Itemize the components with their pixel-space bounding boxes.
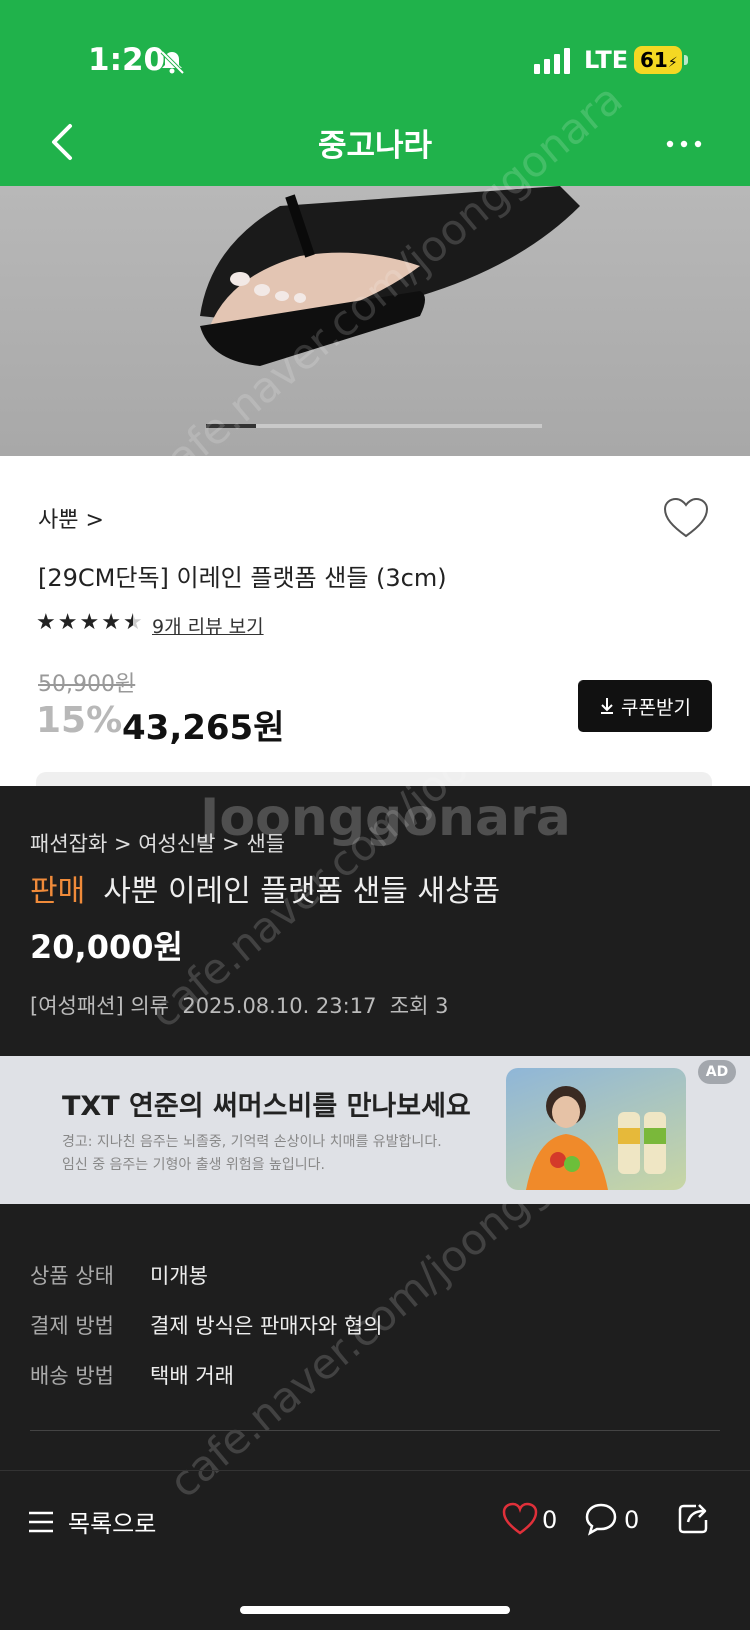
network-label: LTE: [584, 46, 629, 74]
brand-link[interactable]: 사뿐 >: [38, 502, 104, 534]
comment-count: 0: [624, 1506, 640, 1534]
carousel-progress-fill: [206, 424, 257, 428]
product-name: [29CM단독] 이레인 플랫폼 샌들 (3cm): [38, 564, 447, 592]
star-icon: ★: [36, 610, 56, 635]
status-time: 1:20: [88, 42, 166, 78]
sandal-illustration: [200, 186, 580, 366]
listing-price: 20,000원: [30, 928, 183, 966]
bell-muted-icon: [160, 50, 185, 75]
detail-label-shipping: 배송 방법: [30, 1364, 114, 1388]
rating-stars: ★ ★ ★ ★ ★: [36, 612, 143, 634]
share-icon[interactable]: [676, 1500, 712, 1536]
ad-image[interactable]: [506, 1068, 686, 1190]
ad-image-illustration: [526, 1086, 666, 1190]
original-price: 50,900원: [38, 672, 136, 697]
review-link[interactable]: 9개 리뷰 보기: [152, 612, 264, 639]
star-icon: ★: [57, 610, 78, 635]
wishlist-heart-icon[interactable]: [662, 496, 710, 540]
listing-title-text: 사뿐 이레인 플랫폼 샌들 새상품: [103, 874, 501, 909]
detail-label-payment: 결제 방법: [30, 1314, 114, 1338]
listing-meta: [여성패션] 의류 2025.08.10. 23:17 조회 3: [30, 994, 449, 1018]
more-options-icon[interactable]: [664, 138, 704, 150]
ad-warning-1: 경고: 지나친 음주는 뇌졸중, 기억력 손상이나 치매를 유발합니다.: [62, 1134, 442, 1150]
comment-bubble-icon[interactable]: [584, 1502, 618, 1536]
star-icon: ★: [101, 610, 121, 635]
like-heart-icon[interactable]: [502, 1502, 538, 1536]
ad-warning-2: 임신 중 음주는 기형아 출생 위험을 높입니다.: [62, 1157, 325, 1173]
detail-value-condition: 미개봉: [150, 1264, 208, 1288]
detail-value-shipping: 택배 거래: [150, 1364, 234, 1388]
coupon-label: 쿠폰받기: [621, 696, 691, 719]
divider: [30, 1430, 720, 1431]
battery-tip: [684, 55, 688, 65]
coupon-button[interactable]: 쿠폰받기: [578, 680, 712, 732]
breadcrumb[interactable]: 패션잡화 > 여성신발 > 샌들: [30, 828, 285, 858]
listing-title: 판매 사뿐 이레인 플랫폼 샌들 새상품: [30, 866, 500, 910]
battery-icon: 61⚡: [634, 46, 682, 74]
carousel-progress: [206, 424, 542, 428]
like-count: 0: [542, 1506, 558, 1534]
star-icon: ★: [79, 610, 100, 635]
signal-icon: [534, 48, 570, 74]
menu-icon: [29, 1511, 53, 1532]
battery-level: 61: [640, 48, 668, 72]
half-star-icon: ★: [122, 610, 143, 635]
detail-label-condition: 상품 상태: [30, 1264, 114, 1288]
ad-title[interactable]: TXT 연준의 써머스비를 만나보세요: [62, 1084, 471, 1123]
back-to-list-button[interactable]: 목록으로: [28, 1504, 156, 1539]
product-image[interactable]: [0, 186, 750, 456]
download-icon: [601, 698, 614, 714]
bottom-bar-border: [0, 1470, 750, 1471]
page-title: 중고나라: [317, 128, 433, 164]
back-to-list-label: 목록으로: [68, 1510, 157, 1538]
home-indicator: [240, 1606, 510, 1614]
ad-badge: AD: [698, 1060, 736, 1084]
card-bottom-strip: [36, 772, 712, 786]
detail-value-payment: 결제 방식은 판매자와 협의: [150, 1314, 383, 1338]
sale-status-badge: 판매: [30, 874, 86, 909]
discount-rate: 15%: [36, 700, 123, 741]
sale-price: 43,265원: [122, 708, 285, 748]
